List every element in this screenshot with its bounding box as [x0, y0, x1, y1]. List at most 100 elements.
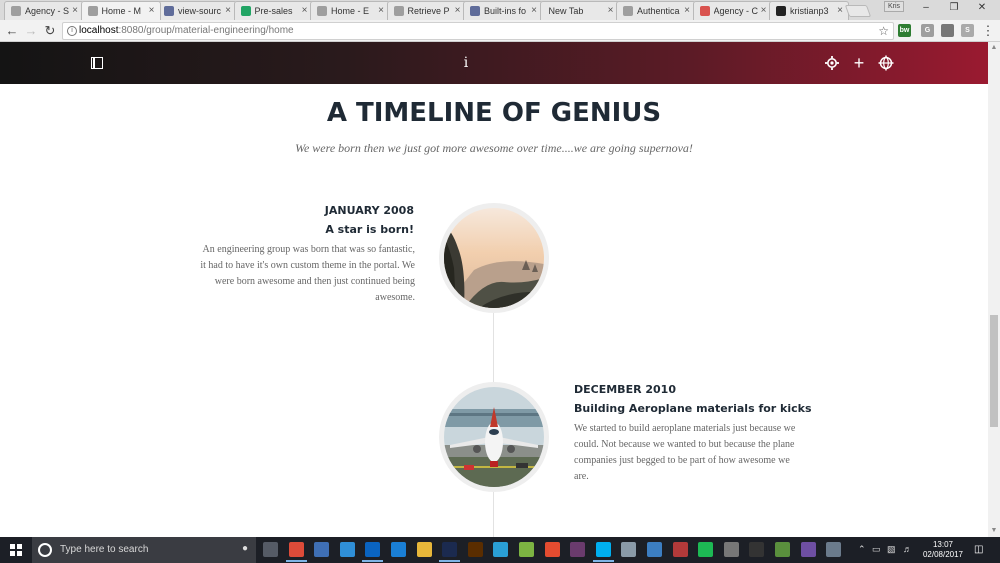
gear-icon[interactable]	[824, 55, 840, 71]
sheets-icon	[240, 6, 251, 16]
scroll-down-icon[interactable]: ▼	[988, 525, 1000, 537]
tray-chevron-icon[interactable]: ⌃	[858, 544, 866, 555]
extension-square-icon[interactable]	[941, 24, 954, 37]
tab-close-icon[interactable]: ×	[761, 5, 767, 16]
profile-badge[interactable]: Kris	[884, 1, 905, 12]
illustrator-icon[interactable]	[467, 542, 483, 557]
reload-icon[interactable]: ↻	[42, 23, 58, 39]
taskbar-clock[interactable]: 13:07 02/08/2017	[920, 540, 966, 560]
browser-tab[interactable]: Home - E ×	[310, 1, 390, 20]
tray-network-icon[interactable]: ▧	[887, 544, 896, 555]
notes-icon[interactable]	[621, 542, 637, 557]
microphone-icon[interactable]: ●	[242, 543, 248, 554]
clock-date: 02/08/2017	[922, 550, 964, 559]
page-subtitle: We were born then we just got more aweso…	[295, 141, 693, 155]
tab-title: Retrieve P	[407, 6, 450, 16]
skype-icon[interactable]	[592, 542, 614, 562]
url-path: :8080/group/material-engineering/home	[118, 25, 294, 36]
timeline-image-frame	[439, 382, 549, 492]
tab-close-icon[interactable]: ×	[531, 5, 537, 16]
browser-tab[interactable]: Home - M ×	[80, 1, 161, 20]
android-icon[interactable]	[519, 542, 534, 557]
extension-skype-icon[interactable]: S	[961, 24, 974, 37]
git-icon[interactable]	[544, 542, 560, 557]
scrollbar-thumb[interactable]	[990, 315, 998, 427]
browser-tab[interactable]: kristianp3 ×	[769, 1, 849, 20]
address-bar[interactable]: i localhost:8080/group/material-engineer…	[62, 22, 894, 40]
cortana-icon[interactable]	[38, 543, 52, 557]
photoshop-icon[interactable]	[439, 542, 461, 562]
document-icon	[317, 6, 327, 16]
tab-close-icon[interactable]: ×	[149, 5, 155, 16]
notepad-icon[interactable]	[775, 542, 790, 557]
tab-title: kristianp3	[790, 6, 829, 16]
browser-tab[interactable]: Authentica ×	[616, 1, 696, 20]
browser-tab[interactable]: Retrieve P ×	[386, 1, 467, 20]
sidebar-toggle-icon[interactable]	[89, 55, 105, 71]
tab-close-icon[interactable]: ×	[302, 5, 308, 16]
tab-close-icon[interactable]: ×	[608, 5, 614, 16]
close-window-icon[interactable]: ✕	[972, 2, 992, 13]
new-tab-button[interactable]	[844, 5, 872, 17]
outlook-icon[interactable]	[362, 542, 384, 562]
globe-icon[interactable]	[878, 55, 894, 71]
chat-icon[interactable]	[826, 542, 842, 557]
page-scrollbar[interactable]: ▲ ▼	[988, 42, 1000, 537]
windows-start-icon[interactable]	[10, 544, 22, 556]
slack-icon[interactable]	[570, 542, 586, 557]
github-desktop-icon[interactable]	[800, 542, 816, 557]
extension-bw-icon[interactable]: bw	[898, 24, 911, 37]
folder-icon[interactable]	[416, 542, 432, 557]
page-info-icon[interactable]: i	[67, 26, 77, 36]
tab-close-icon[interactable]: ×	[378, 5, 384, 16]
tray-battery-icon[interactable]: ▭	[872, 544, 881, 555]
page-icon	[470, 6, 480, 16]
back-arrow-icon[interactable]: ←	[4, 23, 20, 39]
maximize-icon[interactable]: ❐	[944, 2, 964, 13]
tab-title: Home - M	[101, 6, 142, 16]
chrome-icon[interactable]	[285, 542, 307, 562]
tab-close-icon[interactable]: ×	[72, 5, 78, 16]
s-icon	[699, 6, 710, 16]
search-placeholder: Type here to search	[60, 544, 149, 555]
browser-tab[interactable]: Agency - C ×	[692, 1, 773, 20]
remote-icon[interactable]	[647, 542, 662, 557]
browser-tab[interactable]: Agency - S ×	[4, 1, 84, 20]
timeline-date: JANUARY 2008	[324, 204, 414, 217]
tab-title: Pre-sales	[254, 6, 293, 16]
flag-icon[interactable]	[672, 542, 688, 557]
forward-arrow-icon[interactable]: →	[23, 23, 39, 39]
site-header: i +	[0, 42, 988, 84]
browser-tab[interactable]: view-sourc ×	[157, 1, 237, 20]
tab-close-icon[interactable]: ×	[837, 5, 843, 16]
browser-toolbar: ← → ↻ i localhost:8080/group/material-en…	[0, 20, 1000, 42]
extension-g-icon[interactable]: G	[921, 24, 934, 37]
notifications-icon[interactable]: ◫	[974, 544, 983, 555]
browser-tab[interactable]: Built-ins fo ×	[463, 1, 543, 20]
document-icon	[623, 6, 633, 16]
chrome-menu-icon[interactable]: ⋮	[980, 23, 996, 39]
spotify-icon[interactable]	[698, 542, 714, 557]
tab-title: view-sourc	[178, 6, 222, 16]
edge-icon[interactable]	[391, 542, 406, 557]
page-viewport: i + A TIMELINE OF GENIUS We were born th…	[0, 42, 988, 537]
browser-tab[interactable]: Pre-sales ×	[233, 1, 314, 20]
lightning-icon[interactable]	[339, 542, 355, 557]
tab-close-icon[interactable]: ×	[684, 5, 690, 16]
info-icon[interactable]: i	[458, 55, 474, 71]
terminal-icon[interactable]	[749, 542, 765, 557]
network-icon[interactable]	[314, 542, 330, 557]
scroll-up-icon[interactable]: ▲	[988, 42, 1000, 54]
task-view-icon[interactable]	[263, 542, 278, 557]
taskbar-search-box[interactable]: Type here to search ●	[32, 537, 256, 563]
add-icon[interactable]: +	[851, 54, 867, 72]
ie-icon[interactable]	[493, 542, 509, 557]
tab-close-icon[interactable]: ×	[455, 5, 461, 16]
tray-volume-icon[interactable]: ♬	[903, 544, 912, 554]
url-text[interactable]: localhost:8080/group/material-engineerin…	[79, 25, 294, 36]
bookmark-star-icon[interactable]: ☆	[878, 24, 889, 38]
browser-tab[interactable]: New Tab ×	[539, 1, 620, 20]
tab-close-icon[interactable]: ×	[225, 5, 231, 16]
minimize-icon[interactable]: –	[916, 2, 936, 13]
gear-icon[interactable]	[723, 542, 739, 557]
